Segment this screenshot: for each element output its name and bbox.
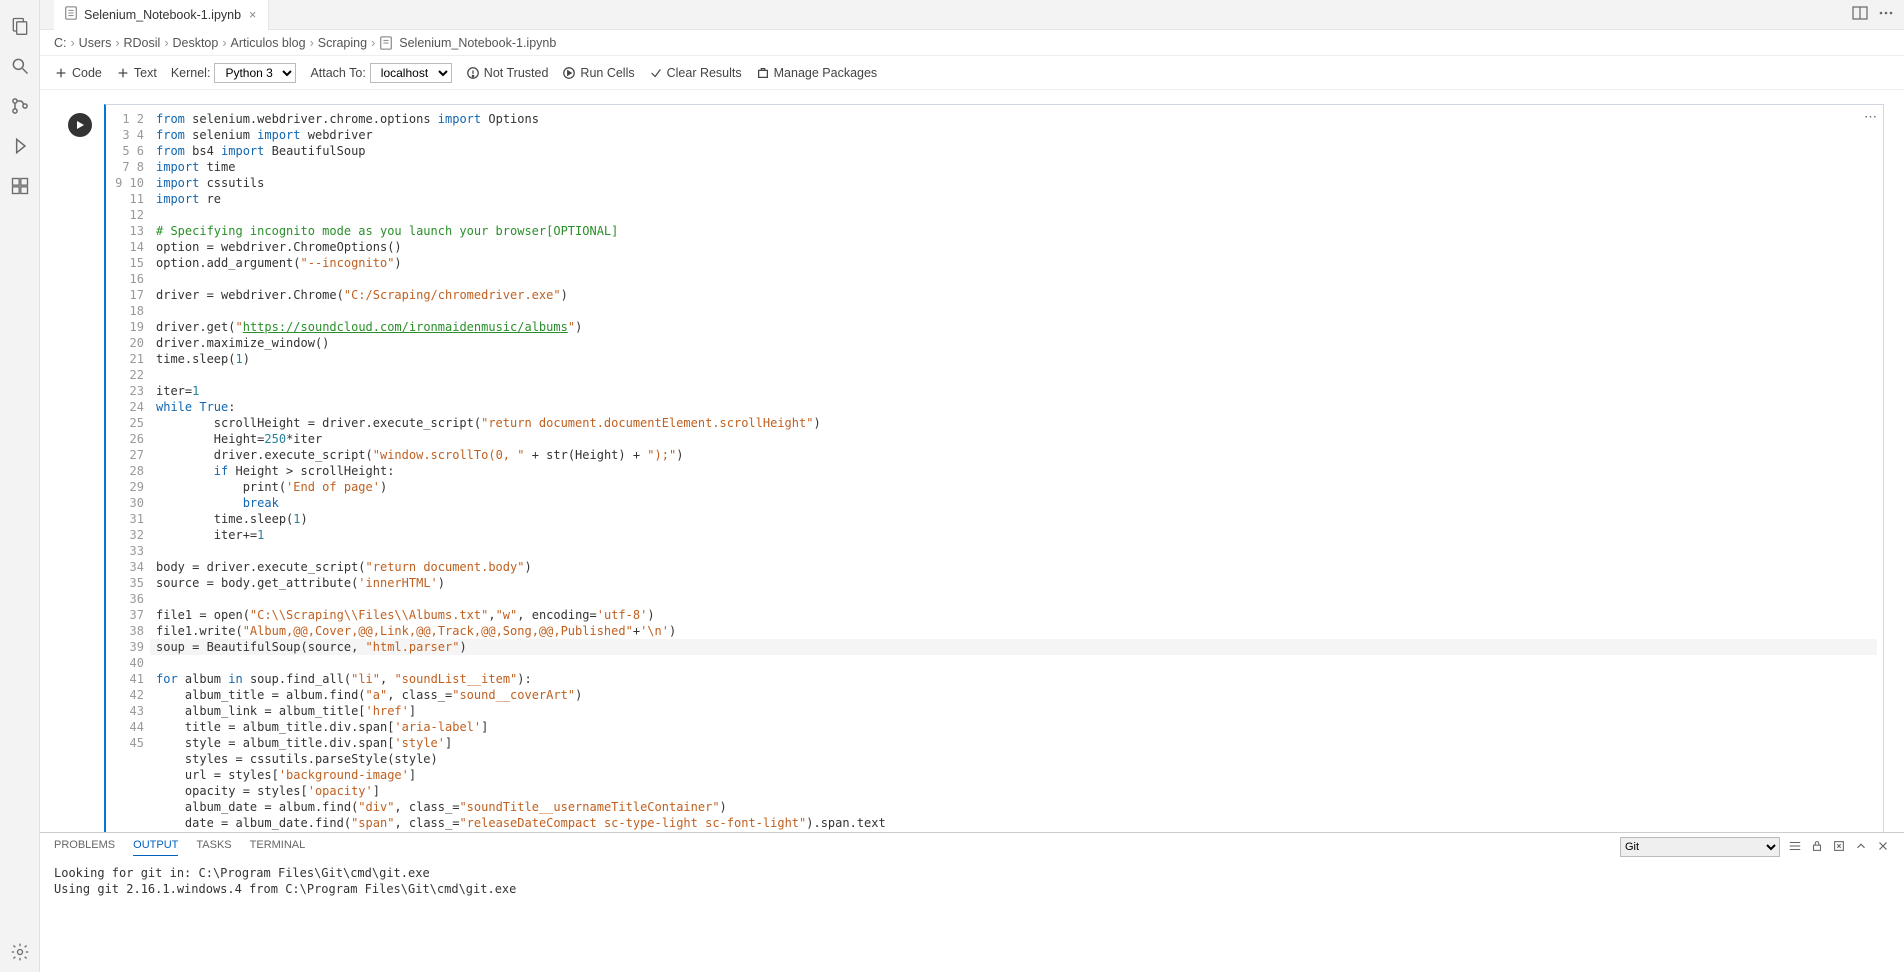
split-editor-icon[interactable] (1852, 5, 1868, 24)
crumb-file[interactable]: Selenium_Notebook-1.ipynb (399, 36, 556, 50)
bottom-panel: PROBLEMS OUTPUT TASKS TERMINAL Git Looki… (40, 832, 1904, 972)
activity-source-control[interactable] (0, 86, 40, 126)
notebook-toolbar: Code Text Kernel: Python 3 Attach To: lo… (40, 56, 1904, 90)
panel-list-icon[interactable] (1788, 839, 1802, 856)
clear-results-button[interactable]: Clear Results (649, 66, 742, 80)
notebook-file-icon (64, 6, 78, 23)
activity-search[interactable] (0, 46, 40, 86)
output-channel-select[interactable]: Git (1620, 837, 1780, 857)
attach-label: Attach To: (310, 66, 365, 80)
breadcrumb: C:› Users› RDosil› Desktop› Articulos bl… (40, 30, 1904, 56)
tabs-row: Selenium_Notebook-1.ipynb × (40, 0, 1904, 30)
tab-close-icon[interactable]: × (247, 8, 258, 22)
kernel-select[interactable]: Python 3 (214, 63, 296, 83)
activity-extensions[interactable] (0, 166, 40, 206)
not-trusted-button[interactable]: Not Trusted (466, 66, 549, 80)
crumb-rdosil[interactable]: RDosil (124, 36, 161, 50)
editor-area: ⋯ 1 2 3 4 5 6 7 8 9 10 11 12 13 14 15 16… (40, 90, 1904, 832)
breadcrumb-file-icon (379, 35, 395, 50)
cell-more-icon[interactable]: ⋯ (1864, 109, 1877, 125)
run-cell-button[interactable] (68, 113, 92, 137)
line-gutter: 1 2 3 4 5 6 7 8 9 10 11 12 13 14 15 16 1… (106, 105, 150, 832)
panel-tab-terminal[interactable]: TERMINAL (250, 839, 306, 855)
kernel-label: Kernel: (171, 66, 211, 80)
more-actions-icon[interactable] (1878, 5, 1894, 24)
activity-settings[interactable] (0, 932, 40, 972)
output-line-2: Using git 2.16.1.windows.4 from C:\Progr… (54, 881, 1890, 897)
panel-tab-problems[interactable]: PROBLEMS (54, 839, 115, 855)
panel-lock-icon[interactable] (1810, 839, 1824, 856)
crumb-c[interactable]: C: (54, 36, 67, 50)
output-body: Looking for git in: C:\Program Files\Git… (40, 861, 1904, 972)
panel-clear-icon[interactable] (1832, 839, 1846, 856)
code-content[interactable]: from selenium.webdriver.chrome.options i… (150, 105, 1883, 832)
crumb-articulos[interactable]: Articulos blog (231, 36, 306, 50)
panel-tab-output[interactable]: OUTPUT (133, 839, 178, 856)
run-cells-button[interactable]: Run Cells (562, 66, 634, 80)
add-code-button[interactable]: Code (54, 66, 102, 80)
tab-title: Selenium_Notebook-1.ipynb (84, 8, 241, 22)
editor-tab[interactable]: Selenium_Notebook-1.ipynb × (54, 0, 269, 30)
panel-tab-tasks[interactable]: TASKS (196, 839, 231, 855)
crumb-users[interactable]: Users (79, 36, 112, 50)
panel-close-icon[interactable] (1876, 839, 1890, 856)
output-line-1: Looking for git in: C:\Program Files\Git… (54, 865, 1890, 881)
activity-explorer[interactable] (0, 6, 40, 46)
add-text-button[interactable]: Text (116, 66, 157, 80)
activity-debug[interactable] (0, 126, 40, 166)
manage-packages-button[interactable]: Manage Packages (756, 66, 878, 80)
crumb-scraping[interactable]: Scraping (318, 36, 367, 50)
crumb-desktop[interactable]: Desktop (172, 36, 218, 50)
attach-select[interactable]: localhost (370, 63, 452, 83)
panel-collapse-icon[interactable] (1854, 839, 1868, 856)
code-cell[interactable]: ⋯ 1 2 3 4 5 6 7 8 9 10 11 12 13 14 15 16… (104, 104, 1884, 832)
activity-bar (0, 0, 40, 972)
